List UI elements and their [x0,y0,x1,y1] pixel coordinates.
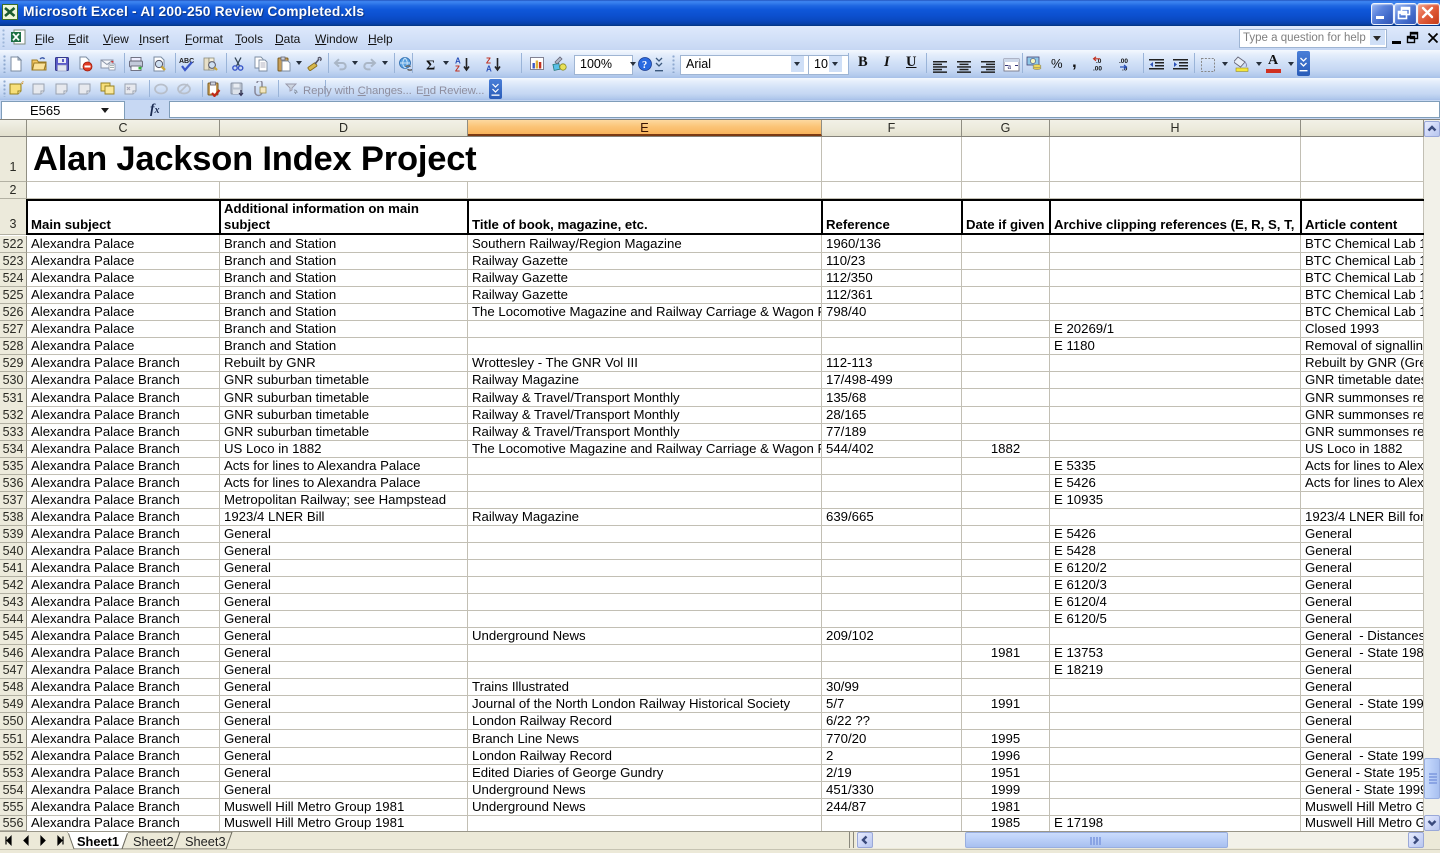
svg-text:Z: Z [455,65,460,73]
svg-text:A: A [486,65,492,73]
svg-text:.00: .00 [1093,66,1102,73]
svg-text:ABC: ABC [179,58,194,65]
svg-text:Σ: Σ [426,59,435,73]
svg-text:.00: .00 [1119,58,1128,65]
svg-text:a: a [1008,62,1012,71]
svg-text:?: ? [642,60,647,71]
